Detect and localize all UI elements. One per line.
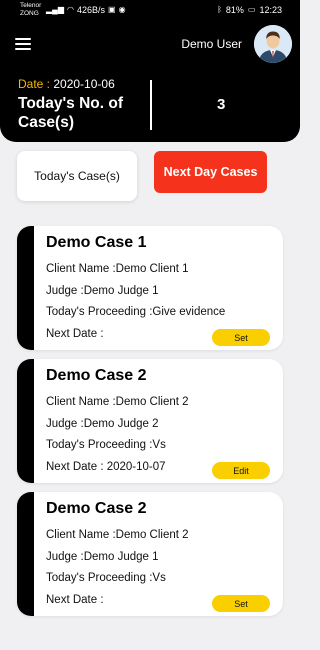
- judge-name: Judge :Demo Judge 1: [46, 285, 159, 297]
- next-date: Next Date : 2020-10-07: [46, 461, 166, 473]
- case-card[interactable]: Demo Case 2 Client Name :Demo Client 2 J…: [17, 359, 283, 483]
- status-time: 12:23: [259, 5, 282, 15]
- menu-icon[interactable]: [15, 38, 31, 50]
- whatsapp-icon: ◉: [118, 5, 126, 14]
- next-day-cases-button[interactable]: Next Day Cases: [154, 151, 267, 193]
- sim-icon: ▣: [108, 5, 116, 14]
- card-accent-bar: [17, 226, 34, 350]
- date-value: 2020-10-06: [53, 77, 115, 91]
- todays-proceeding: Today's Proceeding :Give evidence: [46, 306, 226, 318]
- bluetooth-icon: ᛒ: [217, 5, 222, 14]
- case-card[interactable]: Demo Case 2 Client Name :Demo Client 2 J…: [17, 492, 283, 616]
- avatar-icon: [254, 25, 292, 63]
- next-date: Next Date :: [46, 328, 104, 340]
- user-name: Demo User: [181, 37, 242, 51]
- avatar[interactable]: [254, 25, 292, 63]
- status-bar: Telenor ZONG ▂▄▆ ◠ 426B/s ▣ ◉ ᛒ 81% ▭ 12…: [0, 0, 300, 22]
- todays-proceeding: Today's Proceeding :Vs: [46, 572, 166, 584]
- case-title: Demo Case 2: [46, 500, 147, 517]
- status-left: ▂▄▆ ◠ 426B/s ▣ ◉: [46, 5, 126, 15]
- case-card[interactable]: Demo Case 1 Client Name :Demo Client 1 J…: [17, 226, 283, 350]
- judge-name: Judge :Demo Judge 2: [46, 418, 159, 430]
- case-count-title: Today's No. of Case(s): [18, 95, 124, 131]
- date-label: Date :: [18, 77, 51, 91]
- case-count-value: 3: [217, 96, 226, 113]
- case-title: Demo Case 1: [46, 234, 147, 251]
- carrier-2: ZONG: [20, 10, 39, 17]
- battery-percent: 81%: [225, 5, 244, 15]
- edit-date-button[interactable]: Edit: [212, 462, 270, 479]
- date-line: Date : 2020-10-06: [18, 77, 115, 91]
- status-right: ᛒ 81% ▭ 12:23: [217, 5, 282, 15]
- client-name: Client Name :Demo Client 2: [46, 529, 189, 541]
- todays-cases-button[interactable]: Today's Case(s): [17, 151, 137, 201]
- signal-icon: ▂▄▆: [46, 5, 64, 14]
- data-speed: 426B/s: [76, 5, 105, 15]
- judge-name: Judge :Demo Judge 1: [46, 551, 159, 563]
- next-date: Next Date :: [46, 594, 104, 606]
- carrier-info: Telenor ZONG: [20, 2, 41, 18]
- wifi-icon: ◠: [66, 5, 74, 14]
- set-date-button[interactable]: Set: [212, 329, 270, 346]
- carrier-1: Telenor: [20, 2, 42, 9]
- battery-icon: ▭: [247, 5, 256, 14]
- client-name: Client Name :Demo Client 1: [46, 263, 189, 275]
- card-accent-bar: [17, 492, 34, 616]
- card-accent-bar: [17, 359, 34, 483]
- case-title: Demo Case 2: [46, 367, 147, 384]
- todays-proceeding: Today's Proceeding :Vs: [46, 439, 166, 451]
- client-name: Client Name :Demo Client 2: [46, 396, 189, 408]
- header-divider: [150, 80, 152, 130]
- app-header: Demo User Date : 2020-10-06 Today's No. …: [0, 22, 300, 142]
- set-date-button[interactable]: Set: [212, 595, 270, 612]
